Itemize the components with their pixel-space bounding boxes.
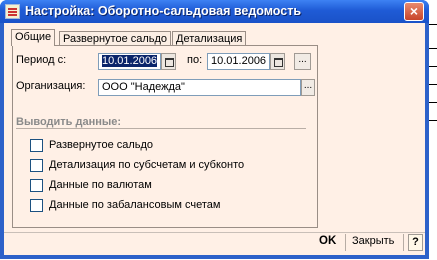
checkbox[interactable] [30, 179, 43, 192]
date-to-input[interactable]: 10.01.2006 [207, 53, 270, 70]
calendar-to-icon[interactable] [270, 53, 285, 70]
date-from-input[interactable]: 10.01.2006 [98, 53, 161, 70]
footer-separator [345, 234, 346, 251]
checkbox[interactable] [30, 199, 43, 212]
option-label: Данные по валютам [49, 179, 152, 191]
tab-general[interactable]: Общие [11, 29, 56, 46]
settings-dialog: Настройка: Оборотно-сальдовая ведомость … [0, 0, 429, 259]
dialog-body: Общие Развернутое сальдо Детализация Пер… [4, 23, 425, 255]
background-grid-line [428, 120, 437, 121]
output-section-divider [16, 128, 306, 129]
organization-label: Организация: [16, 80, 86, 92]
organization-input[interactable]: ООО "Надежда" [98, 79, 301, 96]
background-window-edge [428, 0, 437, 260]
period-from-label: Период с: [16, 54, 67, 66]
option-label: Детализация по субсчетам и субконто [49, 159, 245, 171]
close-window-button[interactable]: × [404, 2, 424, 21]
help-button[interactable]: ? [408, 234, 423, 251]
tab-details[interactable]: Детализация [172, 31, 247, 45]
window-title: Настройка: Оборотно-сальдовая ведомость [25, 4, 302, 18]
option-label: Развернутое сальдо [49, 139, 154, 151]
background-grid-line [428, 24, 437, 25]
tab-expanded-balance[interactable]: Развернутое сальдо [59, 31, 172, 45]
report-icon [5, 4, 20, 19]
checkbox[interactable] [30, 159, 43, 172]
footer-separator [403, 234, 404, 251]
organization-select-button[interactable]: ... [301, 79, 315, 96]
tab-panel-general: Период с: 10.01.2006 по: 10.01.2006 ... … [12, 45, 318, 228]
calendar-from-icon[interactable] [161, 53, 176, 70]
close-button[interactable]: Закрыть [352, 235, 394, 247]
date-from-value: 10.01.2006 [102, 55, 158, 67]
background-grid-line [428, 48, 437, 49]
background-grid-line [428, 102, 437, 103]
background-grid-line [428, 84, 437, 85]
ok-button[interactable]: OK [319, 235, 336, 247]
footer-divider [4, 232, 425, 233]
option-label: Данные по забалансовым счетам [49, 199, 221, 211]
background-grid-line [428, 66, 437, 67]
checkbox[interactable] [30, 139, 43, 152]
period-to-label: по: [187, 54, 203, 66]
output-section-title: Выводить данные: [16, 116, 122, 128]
period-select-button[interactable]: ... [294, 53, 311, 70]
title-bar[interactable]: Настройка: Оборотно-сальдовая ведомость … [0, 0, 429, 23]
